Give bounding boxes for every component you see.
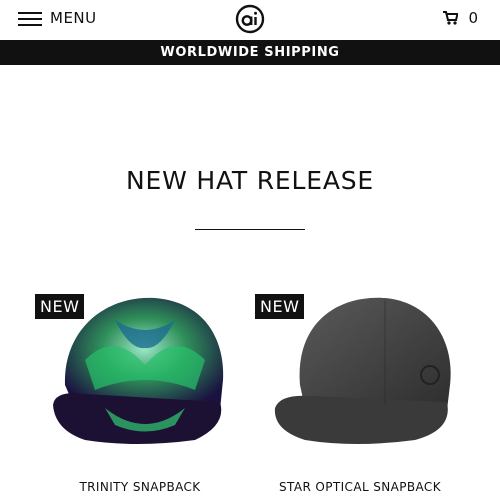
section-title: NEW HAT RELEASE: [126, 166, 374, 195]
product-card[interactable]: NEW TRINITY SNAPBACK: [30, 288, 240, 500]
shipping-banner: WORLDWIDE SHIPPING: [0, 40, 500, 65]
menu-button[interactable]: MENU: [18, 6, 97, 30]
product-name[interactable]: STAR OPTICAL SNAPBACK: [250, 480, 470, 494]
title-divider: [195, 229, 305, 230]
new-badge: NEW: [255, 294, 305, 319]
product-card[interactable]: NEW STAR OPTICAL SNAPBACK: [250, 288, 460, 500]
new-badge: NEW: [35, 294, 85, 319]
cart-button[interactable]: 0: [443, 9, 478, 27]
ai-logo[interactable]: [235, 4, 265, 34]
cart-icon: [443, 11, 459, 25]
site-header: MENU 0: [0, 0, 500, 40]
product-name[interactable]: TRINITY SNAPBACK: [30, 480, 250, 494]
menu-label: MENU: [50, 9, 97, 27]
cart-count: 0: [468, 9, 478, 27]
hamburger-icon: [18, 11, 42, 26]
